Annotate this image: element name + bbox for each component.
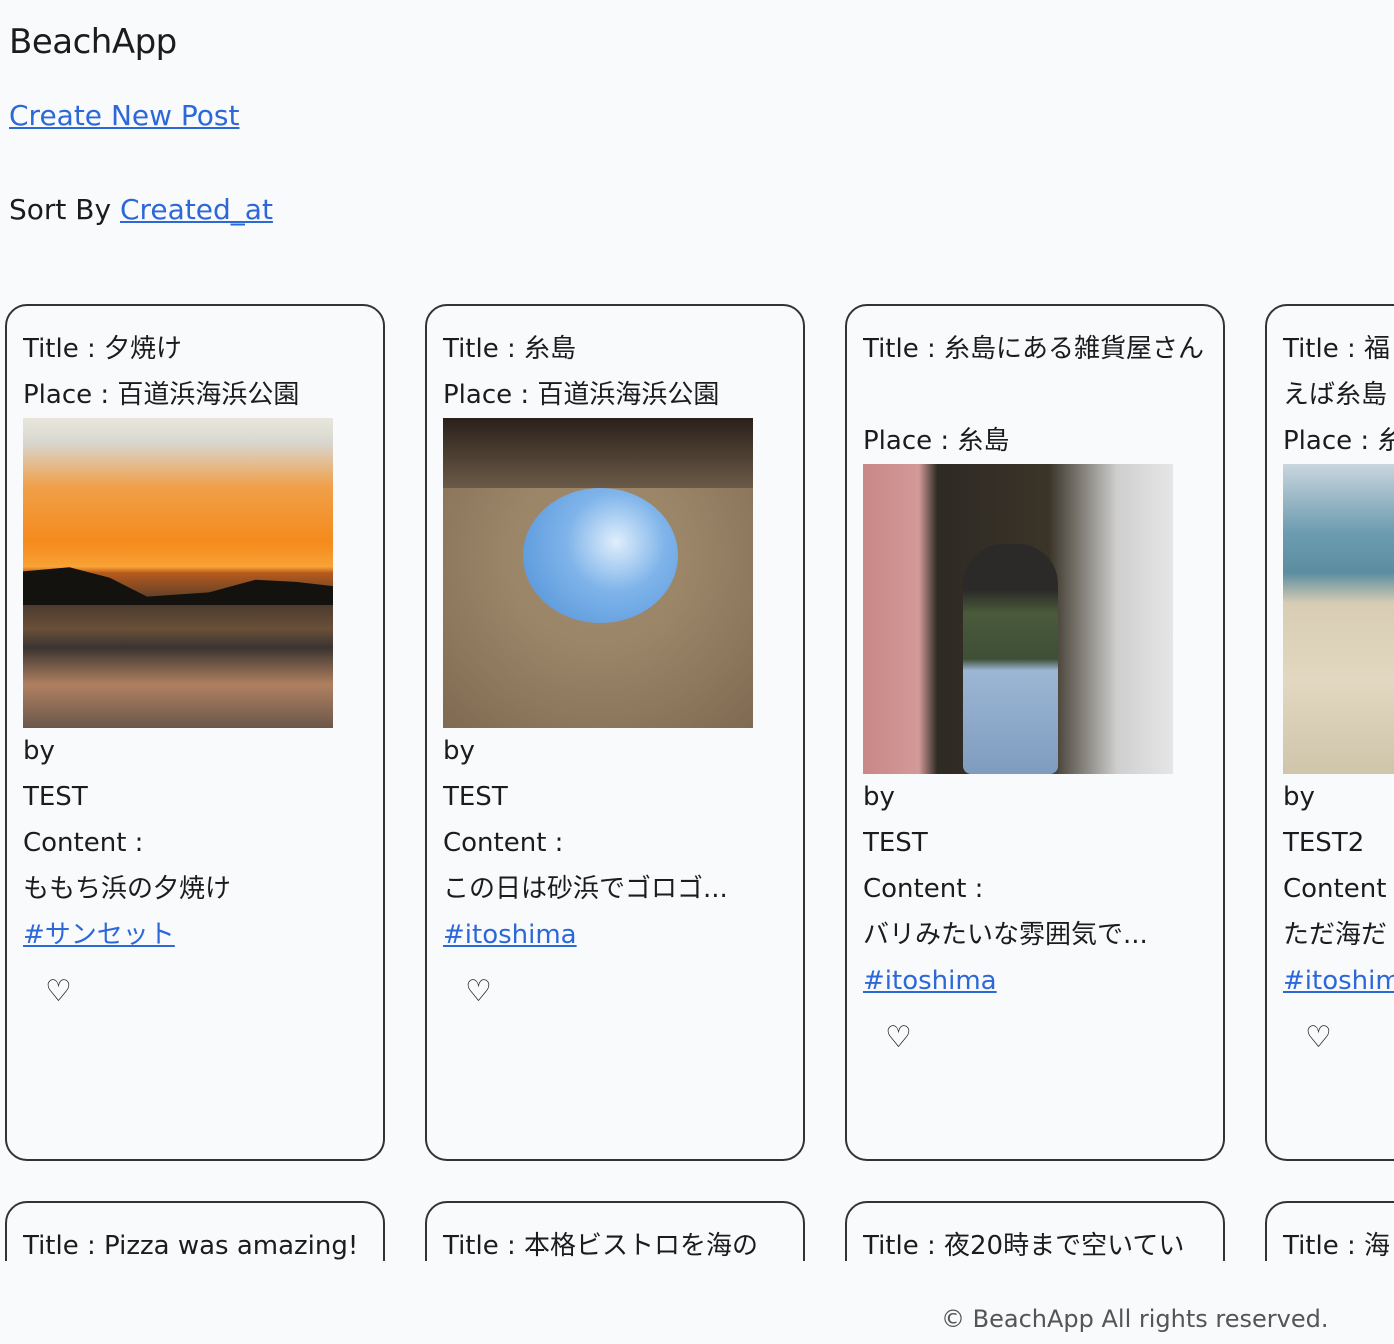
post-image[interactable] <box>443 418 753 728</box>
post-title: Title : 福 <box>1283 334 1391 364</box>
post-image[interactable] <box>23 418 333 728</box>
post-tag-link[interactable]: #サンセット <box>23 920 175 950</box>
post-title: Title : 夜20時まで空いてい <box>863 1231 1185 1261</box>
post-card[interactable]: Title : 海 <box>1265 1201 1394 1261</box>
sort-created-at-link[interactable]: Created_at <box>120 193 273 226</box>
post-author: TEST <box>23 782 88 812</box>
post-title: Title : 糸島にある雑貨屋さん <box>863 334 1205 364</box>
heart-icon[interactable]: ♡ <box>45 972 85 1012</box>
post-content-label: Content : <box>23 828 144 858</box>
post-card[interactable]: Title : 糸島にある雑貨屋さん Place : 糸島 by TEST Co… <box>845 304 1225 1161</box>
heart-icon[interactable]: ♡ <box>885 1018 925 1058</box>
sort-row: Sort By Created_at <box>9 193 273 226</box>
post-card[interactable]: Title : 糸島 Place : 百道浜海浜公園 by TEST Conte… <box>425 304 805 1161</box>
app-title: BeachApp <box>9 22 177 62</box>
create-new-post-link[interactable]: Create New Post <box>9 99 240 132</box>
post-by-label: by <box>863 782 895 812</box>
post-image[interactable] <box>863 464 1173 774</box>
heart-icon[interactable]: ♡ <box>465 972 505 1012</box>
post-title: Title : 本格ビストロを海の <box>443 1231 759 1261</box>
post-content-label: Content : <box>863 874 984 904</box>
post-content: ももち浜の夕焼け <box>23 874 232 904</box>
post-title: Title : Pizza was amazing! <box>23 1231 359 1261</box>
post-content-label: Content <box>1283 874 1387 904</box>
post-place: Place : 糸 <box>1283 426 1394 456</box>
post-grid: Title : 夕焼け Place : 百道浜海浜公園 by TEST Cont… <box>0 260 1394 1261</box>
sort-label: Sort By <box>9 193 112 226</box>
post-content-label: Content : <box>443 828 564 858</box>
post-by-label: by <box>443 736 475 766</box>
post-author: TEST <box>443 782 508 812</box>
post-place: Place : 百道浜海浜公園 <box>23 380 300 410</box>
post-tag-link[interactable]: #itoshima <box>863 966 997 996</box>
post-image[interactable] <box>1283 464 1394 774</box>
post-title: Title : 夕焼け <box>23 334 183 364</box>
post-title: Title : 糸島 <box>443 334 577 364</box>
post-tag-link[interactable]: #itoshim <box>1283 966 1394 996</box>
post-place: Place : 糸島 <box>863 426 1010 456</box>
post-content: バリみたいな雰囲気で... <box>863 920 1148 950</box>
post-card[interactable]: Title : 福 えば糸島 Place : 糸 by TEST2 Conten… <box>1265 304 1394 1161</box>
post-by-label: by <box>23 736 55 766</box>
post-author: TEST2 <box>1283 828 1365 858</box>
footer-copyright: © BeachApp All rights reserved. <box>941 1305 1329 1333</box>
post-author: TEST <box>863 828 928 858</box>
post-title-line2: えば糸島 <box>1283 380 1388 410</box>
post-card[interactable]: Title : 本格ビストロを海の <box>425 1201 805 1261</box>
heart-icon[interactable]: ♡ <box>1305 1018 1345 1058</box>
post-title: Title : 海 <box>1283 1231 1391 1261</box>
post-content: ただ海だ <box>1283 920 1388 950</box>
post-card[interactable]: Title : 夜20時まで空いてい <box>845 1201 1225 1261</box>
post-card[interactable]: Title : Pizza was amazing! <box>5 1201 385 1261</box>
post-content: この日は砂浜でゴロゴ... <box>443 874 728 904</box>
post-by-label: by <box>1283 782 1315 812</box>
post-tag-link[interactable]: #itoshima <box>443 920 577 950</box>
post-card[interactable]: Title : 夕焼け Place : 百道浜海浜公園 by TEST Cont… <box>5 304 385 1161</box>
post-place: Place : 百道浜海浜公園 <box>443 380 720 410</box>
